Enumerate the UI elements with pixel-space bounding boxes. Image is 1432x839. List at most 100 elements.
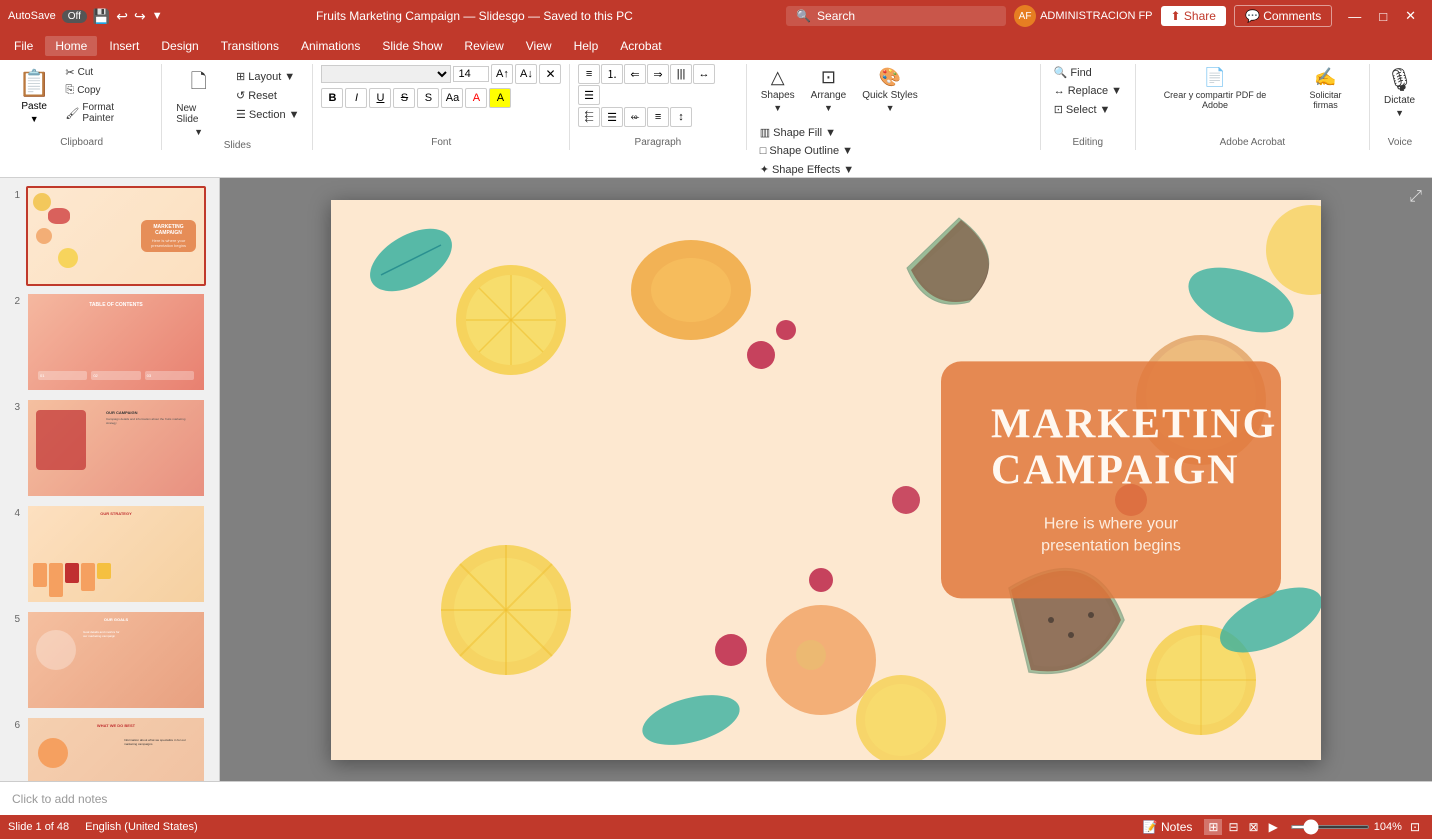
bullets-button[interactable]: ≡: [578, 64, 600, 84]
slide-thumbnail-6[interactable]: WHAT WE DO BEST Information about what w…: [26, 716, 206, 781]
minimize-button[interactable]: —: [1340, 7, 1369, 26]
select-button[interactable]: ⊡ Select ▼: [1049, 101, 1116, 118]
text-direction-button[interactable]: ↔: [693, 64, 715, 84]
slide-thumb-3[interactable]: 3 OUR CAMPAIGN Campaign details and info…: [6, 398, 213, 498]
shape-fill-button[interactable]: ▥ Shape Fill ▼: [755, 124, 859, 141]
find-button[interactable]: 🔍 Find: [1049, 64, 1097, 81]
shapes-button[interactable]: △ Shapes ▼: [755, 64, 801, 116]
increase-font-size-button[interactable]: A↑: [491, 64, 513, 84]
menu-insert[interactable]: Insert: [99, 36, 149, 56]
slide-thumb-1[interactable]: 1 MARKETING CAMPAIGN Here is where your …: [6, 186, 213, 286]
slide-thumb-6[interactable]: 6 WHAT WE DO BEST Information about what…: [6, 716, 213, 781]
zoom-fit-button[interactable]: ⊡: [1406, 819, 1424, 835]
zoom-slider[interactable]: [1290, 825, 1370, 829]
italic-button[interactable]: I: [345, 88, 367, 108]
slide-preview-2: TABLE OF CONTENTS 01 02 03: [28, 294, 204, 390]
autosave-toggle[interactable]: Off: [62, 10, 87, 23]
menu-help[interactable]: Help: [564, 36, 609, 56]
font-size-input[interactable]: [453, 66, 489, 82]
highlight-color-button[interactable]: A: [489, 88, 511, 108]
decrease-indent-button[interactable]: ⇐: [624, 64, 646, 84]
ribbon-group-clipboard: 📋 Paste ▼ ✂ Cut ⎘ Copy 🖌 Format Painter …: [2, 64, 162, 150]
normal-view-button[interactable]: ⊞: [1204, 819, 1222, 835]
paste-button[interactable]: 📋 Paste ▼: [10, 64, 58, 128]
customize-qat-icon[interactable]: ▼: [152, 10, 163, 22]
menu-home[interactable]: Home: [45, 36, 97, 56]
slide-thumb-5[interactable]: 5 OUR GOALS Goal details and metrics for…: [6, 610, 213, 710]
menu-acrobat[interactable]: Acrobat: [610, 36, 671, 56]
create-pdf-button[interactable]: 📄 Crear y compartir PDF de Adobe: [1144, 64, 1286, 113]
slide-sorter-button[interactable]: ⊟: [1224, 819, 1242, 835]
search-area[interactable]: 🔍 Search: [786, 6, 1006, 26]
new-slide-button[interactable]: 🗋 New Slide ▼: [170, 64, 227, 140]
window-controls: — □ ✕: [1340, 6, 1424, 26]
justify-button[interactable]: ≡: [647, 107, 669, 127]
bold-button[interactable]: B: [321, 88, 343, 108]
undo-icon[interactable]: ↩: [116, 8, 128, 25]
arrange-button[interactable]: ⊡ Arrange ▼: [805, 64, 853, 116]
menu-animations[interactable]: Animations: [291, 36, 370, 56]
format-painter-button[interactable]: 🖌 Format Painter: [60, 100, 153, 126]
slides-label: Slides: [170, 140, 304, 153]
save-icon[interactable]: 💾: [93, 8, 110, 25]
dictate-button[interactable]: 🎙 Dictate ▼: [1378, 64, 1421, 121]
reading-view-button[interactable]: ⊠: [1245, 819, 1263, 835]
shape-effects-button[interactable]: ✦ Shape Effects ▼: [755, 161, 859, 178]
slide-thumbnail-2[interactable]: TABLE OF CONTENTS 01 02 03: [26, 292, 206, 392]
slideshow-button[interactable]: ▶: [1265, 819, 1282, 835]
menu-design[interactable]: Design: [151, 36, 208, 56]
paste-icon: 📋: [18, 68, 50, 99]
quick-styles-button[interactable]: 🎨 Quick Styles ▼: [856, 64, 924, 116]
clear-format-button[interactable]: ✕: [539, 64, 561, 84]
underline-button[interactable]: U: [369, 88, 391, 108]
menu-view[interactable]: View: [516, 36, 562, 56]
align-right-button[interactable]: ⬰: [624, 107, 646, 127]
reset-button[interactable]: ↺ Reset: [231, 87, 304, 104]
decrease-font-size-button[interactable]: A↓: [515, 64, 537, 84]
ribbon-group-editing: 🔍 Find ↔ Replace ▼ ⊡ Select ▼ Editing: [1041, 64, 1136, 150]
menu-file[interactable]: File: [4, 36, 43, 56]
menu-transitions[interactable]: Transitions: [211, 36, 289, 56]
section-button[interactable]: ☰ Section ▼: [231, 106, 304, 123]
align-center-button[interactable]: ☰: [601, 107, 623, 127]
redo-icon[interactable]: ↪: [134, 8, 146, 25]
strikethrough-button[interactable]: S: [393, 88, 415, 108]
copy-button[interactable]: ⎘ Copy: [60, 82, 153, 99]
notes-area[interactable]: Click to add notes: [0, 781, 1432, 815]
line-spacing-button[interactable]: ↕: [670, 107, 692, 127]
align-left-button[interactable]: ⬱: [578, 107, 600, 127]
main-slide[interactable]: MARKETING CAMPAIGN Here is where your pr…: [331, 200, 1321, 760]
menu-review[interactable]: Review: [454, 36, 513, 56]
status-bar: Slide 1 of 48 English (United States) 📝 …: [0, 815, 1432, 839]
slide-thumb-2[interactable]: 2 TABLE OF CONTENTS 01 02 03: [6, 292, 213, 392]
layout-button[interactable]: ⊞ Layout ▼: [231, 68, 304, 85]
slide-thumbnail-1[interactable]: MARKETING CAMPAIGN Here is where your pr…: [26, 186, 206, 286]
request-signatures-button[interactable]: ✍ Solicitar firmas: [1290, 64, 1361, 113]
share-button[interactable]: ⬆ Share: [1161, 6, 1226, 26]
font-name-select[interactable]: [321, 65, 451, 83]
columns-button[interactable]: |||: [670, 64, 692, 84]
text-shadow-button[interactable]: S: [417, 88, 439, 108]
slide-thumbnail-3[interactable]: OUR CAMPAIGN Campaign details and inform…: [26, 398, 206, 498]
autosave-area: AutoSave Off 💾 ↩ ↪ ▼: [8, 8, 163, 25]
slide-thumbnail-4[interactable]: OUR STRATEGY: [26, 504, 206, 604]
font-color-button[interactable]: A: [465, 88, 487, 108]
increase-indent-button[interactable]: ⇒: [647, 64, 669, 84]
numbering-button[interactable]: ⒈: [601, 64, 623, 84]
slide-thumbnail-5[interactable]: OUR GOALS Goal details and metrics for o…: [26, 610, 206, 710]
shape-outline-button[interactable]: □ Shape Outline ▼: [755, 143, 859, 159]
change-case-button[interactable]: Aa: [441, 88, 463, 108]
notes-button[interactable]: 📝 Notes: [1139, 819, 1197, 835]
smart-art-button[interactable]: ☰: [578, 85, 600, 105]
replace-button[interactable]: ↔ Replace ▼: [1049, 83, 1127, 99]
slide-thumb-4[interactable]: 4 OUR STRATEGY: [6, 504, 213, 604]
maximize-button[interactable]: □: [1371, 7, 1395, 26]
comments-button[interactable]: 💬 Comments: [1234, 5, 1332, 27]
slide-info: Slide 1 of 48: [8, 821, 69, 833]
cut-button[interactable]: ✂ Cut: [60, 64, 153, 81]
slide-panel[interactable]: 1 MARKETING CAMPAIGN Here is where your …: [0, 178, 220, 781]
close-button[interactable]: ✕: [1397, 6, 1424, 26]
menu-slideshow[interactable]: Slide Show: [372, 36, 452, 56]
menu-bar: File Home Insert Design Transitions Anim…: [0, 32, 1432, 60]
slide-title-box[interactable]: MARKETING CAMPAIGN Here is where your pr…: [941, 361, 1281, 598]
